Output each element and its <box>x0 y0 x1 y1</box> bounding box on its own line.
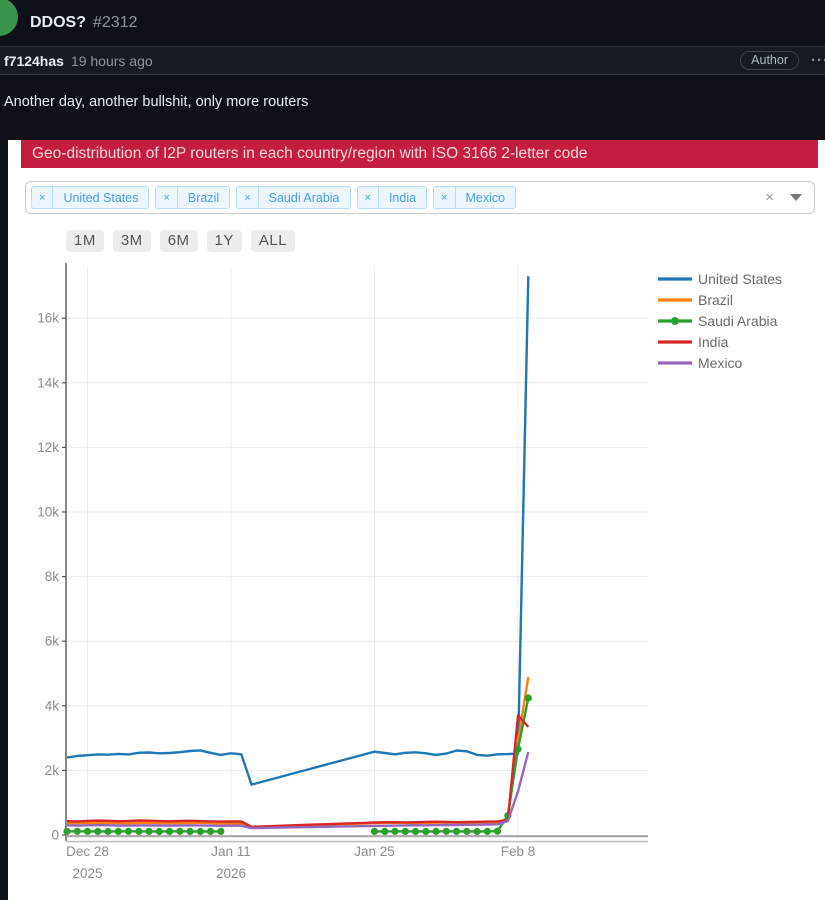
remove-tag-icon[interactable]: × <box>358 187 379 208</box>
legend-item-saudi-arabia[interactable]: Saudi Arabia <box>658 313 778 329</box>
svg-text:Dec 28: Dec 28 <box>66 844 109 859</box>
comment-header: f7124has 19 hours ago Author ··· <box>0 46 825 75</box>
filter-tag-label: Brazil <box>178 187 229 208</box>
filter-tag-india[interactable]: ×India <box>357 186 428 209</box>
svg-text:14k: 14k <box>37 375 59 390</box>
comment-author[interactable]: f7124has <box>4 53 64 69</box>
comment-timestamp: 19 hours ago <box>71 53 153 69</box>
filter-tag-united-states[interactable]: ×United States <box>31 186 149 209</box>
legend-item-united-states[interactable]: United States <box>658 271 782 287</box>
svg-text:6k: 6k <box>45 634 60 649</box>
line-chart: 0 2k 4k 6k 8k 10k 12k 14k 16k Dec 28 2025 Jan 11 202… <box>8 261 825 887</box>
filter-tag-brazil[interactable]: ×Brazil <box>155 186 230 209</box>
remove-tag-icon[interactable]: × <box>237 187 258 208</box>
clear-all-icon[interactable]: × <box>765 190 774 205</box>
svg-text:12k: 12k <box>37 440 59 455</box>
filter-tag-label: United States <box>53 187 148 208</box>
issue-number: #2312 <box>93 14 138 32</box>
filter-tag-label: Mexico <box>456 187 516 208</box>
issue-header: DDOS? #2312 <box>0 0 825 46</box>
country-multiselect[interactable]: ×United States×Brazil×Saudi Arabia×India… <box>25 181 815 214</box>
range-button-3m[interactable]: 3M <box>113 230 151 252</box>
svg-text:16k: 16k <box>37 311 59 326</box>
selected-country-tags: ×United States×Brazil×Saudi Arabia×India… <box>31 186 516 209</box>
svg-text:Saudi Arabia: Saudi Arabia <box>698 313 778 329</box>
svg-text:Jan 25: Jan 25 <box>354 844 395 859</box>
range-button-1y[interactable]: 1Y <box>207 230 242 252</box>
svg-text:United States: United States <box>698 271 782 287</box>
svg-text:Brazil: Brazil <box>698 292 733 308</box>
range-button-all[interactable]: ALL <box>251 230 295 252</box>
svg-text:2026: 2026 <box>216 866 246 881</box>
legend-item-mexico[interactable]: Mexico <box>658 355 743 371</box>
filter-tag-saudi-arabia[interactable]: ×Saudi Arabia <box>236 186 350 209</box>
svg-text:Jan 11: Jan 11 <box>211 844 251 859</box>
filter-tag-label: Saudi Arabia <box>259 187 350 208</box>
svg-text:0: 0 <box>51 828 59 843</box>
svg-text:Mexico: Mexico <box>698 355 743 371</box>
range-button-1m[interactable]: 1M <box>66 230 104 252</box>
legend-item-brazil[interactable]: Brazil <box>658 292 733 308</box>
remove-tag-icon[interactable]: × <box>32 187 53 208</box>
range-button-6m[interactable]: 6M <box>160 230 198 252</box>
kebab-menu-icon[interactable]: ··· <box>811 52 825 69</box>
issue-title: DDOS? <box>30 14 86 32</box>
legend-item-india[interactable]: India <box>658 334 729 350</box>
remove-tag-icon[interactable]: × <box>434 187 455 208</box>
time-range-buttons: 1M 3M 6M 1Y ALL <box>66 230 825 252</box>
issue-state-icon <box>0 0 18 36</box>
svg-text:2025: 2025 <box>72 866 102 881</box>
svg-text:10k: 10k <box>37 505 59 520</box>
remove-tag-icon[interactable]: × <box>156 187 177 208</box>
svg-text:4k: 4k <box>45 698 60 713</box>
svg-text:8k: 8k <box>45 569 60 584</box>
comment-body: Another day, another bullshit, only more… <box>0 75 825 128</box>
author-badge: Author <box>740 51 799 70</box>
select-controls: × <box>765 190 802 205</box>
widget-title-banner: Geo-distribution of I2P routers in each … <box>21 140 818 168</box>
chart-widget-card: Geo-distribution of I2P routers in each … <box>8 140 825 900</box>
svg-text:India: India <box>698 334 729 350</box>
filter-tag-label: India <box>379 187 426 208</box>
filter-tag-mexico[interactable]: ×Mexico <box>433 186 516 209</box>
caret-down-icon[interactable] <box>790 194 802 201</box>
svg-text:2k: 2k <box>45 763 60 778</box>
svg-text:Feb 8: Feb 8 <box>501 844 536 859</box>
